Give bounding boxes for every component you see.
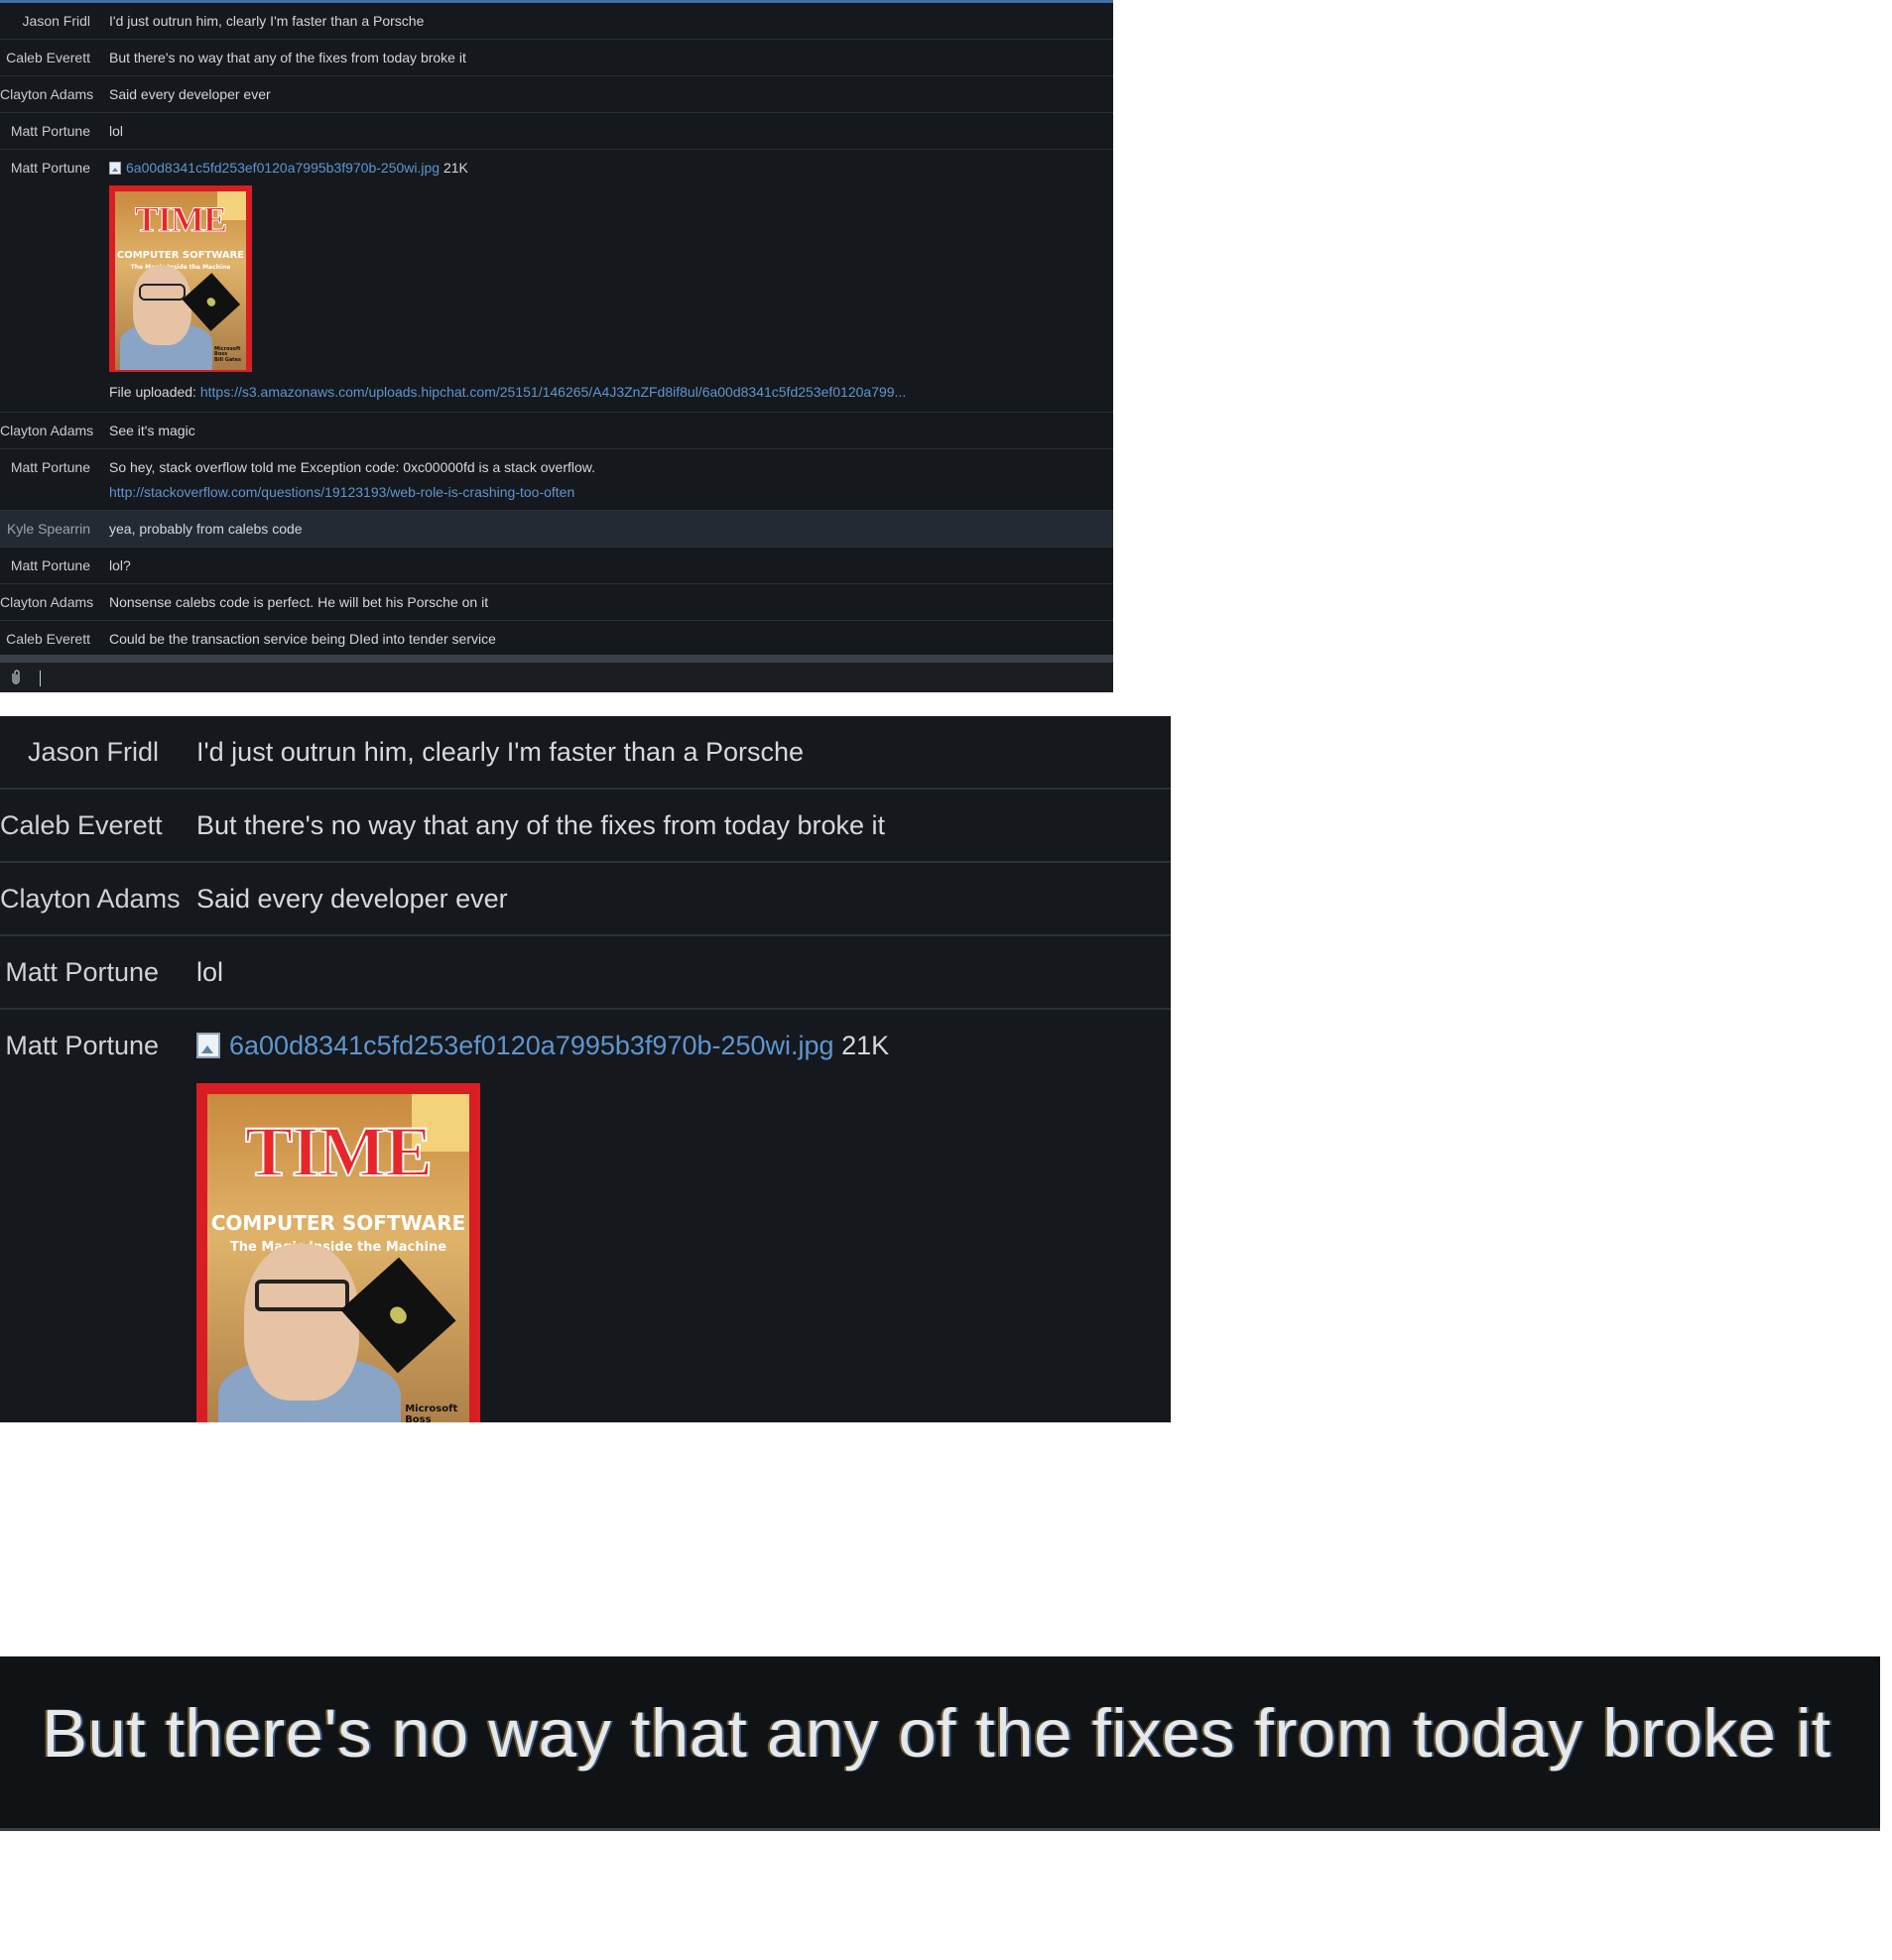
file-thumbnail[interactable]: TIME COMPUTER SOFTWARE The Magic Inside … — [196, 1083, 480, 1422]
message-text: Could be the transaction service being D… — [109, 631, 496, 647]
text-caret — [40, 671, 41, 686]
message-row-file: Matt Portune 6a00d8341c5fd253ef0120a7995… — [0, 150, 1113, 413]
message-author[interactable]: Matt Portune — [0, 936, 196, 1008]
cover-masthead: TIME — [244, 1111, 434, 1191]
message-row: Clayton Adams Nonsense calebs code is pe… — [0, 584, 1113, 621]
magnified-message-text: But there's no way that any of the fixes… — [42, 1695, 1831, 1772]
cover-tag-line: Bill Gates — [214, 356, 241, 363]
message-text: So hey, stack overflow told me Exception… — [109, 459, 595, 475]
message-author[interactable]: Jason Fridl — [0, 3, 109, 39]
message-author[interactable]: Clayton Adams — [0, 76, 109, 112]
message-link[interactable]: http://stackoverflow.com/questions/19123… — [109, 480, 1113, 505]
message-row: Matt Portune lol? — [0, 548, 1113, 584]
file-uploaded-link[interactable]: https://s3.amazonaws.com/uploads.hipchat… — [200, 384, 906, 400]
message-author[interactable]: Clayton Adams — [0, 584, 109, 620]
message-author[interactable]: Matt Portune — [0, 449, 109, 510]
message-author[interactable]: Caleb Everett — [0, 40, 109, 75]
message-text: But there's no way that any of the fixes… — [196, 810, 886, 840]
message-text: See it's magic — [109, 423, 195, 438]
paperclip-icon[interactable] — [10, 670, 22, 688]
file-link[interactable]: 6a00d8341c5fd253ef0120a7995b3f970b-250wi… — [229, 1031, 834, 1060]
magnified-text-panel: But there's no way that any of the fixes… — [0, 1656, 1880, 1831]
cover-portrait-face — [133, 266, 191, 345]
message-row: Caleb Everett But there's no way that an… — [0, 790, 1171, 863]
message-row: Caleb Everett But there's no way that an… — [0, 40, 1113, 76]
message-row: Matt Portune lol — [0, 936, 1171, 1010]
message-author[interactable]: Jason Fridl — [0, 716, 196, 788]
message-row: Clayton Adams Said every developer ever — [0, 76, 1113, 113]
chat-panel: Jason Fridl I'd just outrun him, clearly… — [0, 0, 1113, 692]
cover-glasses — [138, 284, 187, 301]
message-row-file: Matt Portune 6a00d8341c5fd253ef0120a7995… — [0, 1010, 1171, 1422]
message-author[interactable]: Matt Portune — [0, 548, 109, 583]
cover-glasses — [254, 1279, 349, 1312]
chat-zoom-panel: Jason Fridl I'd just outrun him, clearly… — [0, 716, 1171, 1422]
message-row: Caleb Everett Could be the transaction s… — [0, 621, 1113, 658]
message-author[interactable]: Clayton Adams — [0, 863, 196, 934]
message-text: But there's no way that any of the fixes… — [109, 50, 466, 65]
message-author[interactable]: Matt Portune — [0, 1010, 196, 1422]
message-text: Nonsense calebs code is perfect. He will… — [109, 594, 489, 610]
file-size: 21K — [841, 1031, 890, 1060]
message-text: lol — [109, 123, 124, 139]
message-text: Said every developer ever — [196, 884, 508, 914]
cover-portrait-face — [244, 1244, 360, 1401]
message-row: Jason Fridl I'd just outrun him, clearly… — [0, 3, 1113, 40]
message-author[interactable]: Matt Portune — [0, 150, 109, 412]
image-file-icon — [109, 162, 121, 175]
message-text: I'd just outrun him, clearly I'm faster … — [196, 737, 805, 767]
file-uploaded-label: File uploaded: — [109, 384, 196, 400]
message-body: So hey, stack overflow told me Exception… — [109, 449, 1113, 510]
file-link[interactable]: 6a00d8341c5fd253ef0120a7995b3f970b-250wi… — [126, 160, 440, 176]
message-row: Clayton Adams See it's magic — [0, 413, 1113, 449]
message-row: Jason Fridl I'd just outrun him, clearly… — [0, 716, 1171, 790]
message-author[interactable]: Clayton Adams — [0, 413, 109, 448]
message-text: yea, probably from calebs code — [109, 521, 303, 537]
cover-tag-line: Boss — [405, 1413, 432, 1422]
image-file-icon — [196, 1033, 220, 1058]
message-author[interactable]: Matt Portune — [0, 113, 109, 149]
cover-tag: Microsoft Boss Bill Gates — [405, 1405, 458, 1422]
message-row: Clayton Adams Said every developer ever — [0, 863, 1171, 936]
message-text: I'd just outrun him, clearly I'm faster … — [109, 13, 425, 29]
cover-masthead: TIME — [134, 199, 227, 240]
message-author[interactable]: Caleb Everett — [0, 621, 109, 658]
file-thumbnail[interactable]: TIME COMPUTER SOFTWARE The Magic Inside … — [109, 185, 252, 372]
message-input-bar[interactable] — [0, 655, 1113, 692]
file-size: 21K — [442, 160, 468, 176]
message-file: 6a00d8341c5fd253ef0120a7995b3f970b-250wi… — [196, 1010, 1171, 1422]
message-row: Matt Portune So hey, stack overflow told… — [0, 449, 1113, 511]
cover-tag: Microsoft Boss Bill Gates — [214, 346, 241, 363]
message-author[interactable]: Kyle Spearrin — [0, 511, 109, 547]
message-text: lol — [196, 957, 224, 987]
message-text: lol? — [109, 557, 131, 573]
message-row-highlighted: Kyle Spearrin yea, probably from calebs … — [0, 511, 1113, 548]
message-file: 6a00d8341c5fd253ef0120a7995b3f970b-250wi… — [109, 150, 1113, 412]
message-author[interactable]: Caleb Everett — [0, 790, 196, 861]
message-text: Said every developer ever — [109, 86, 271, 102]
message-row: Matt Portune lol — [0, 113, 1113, 150]
